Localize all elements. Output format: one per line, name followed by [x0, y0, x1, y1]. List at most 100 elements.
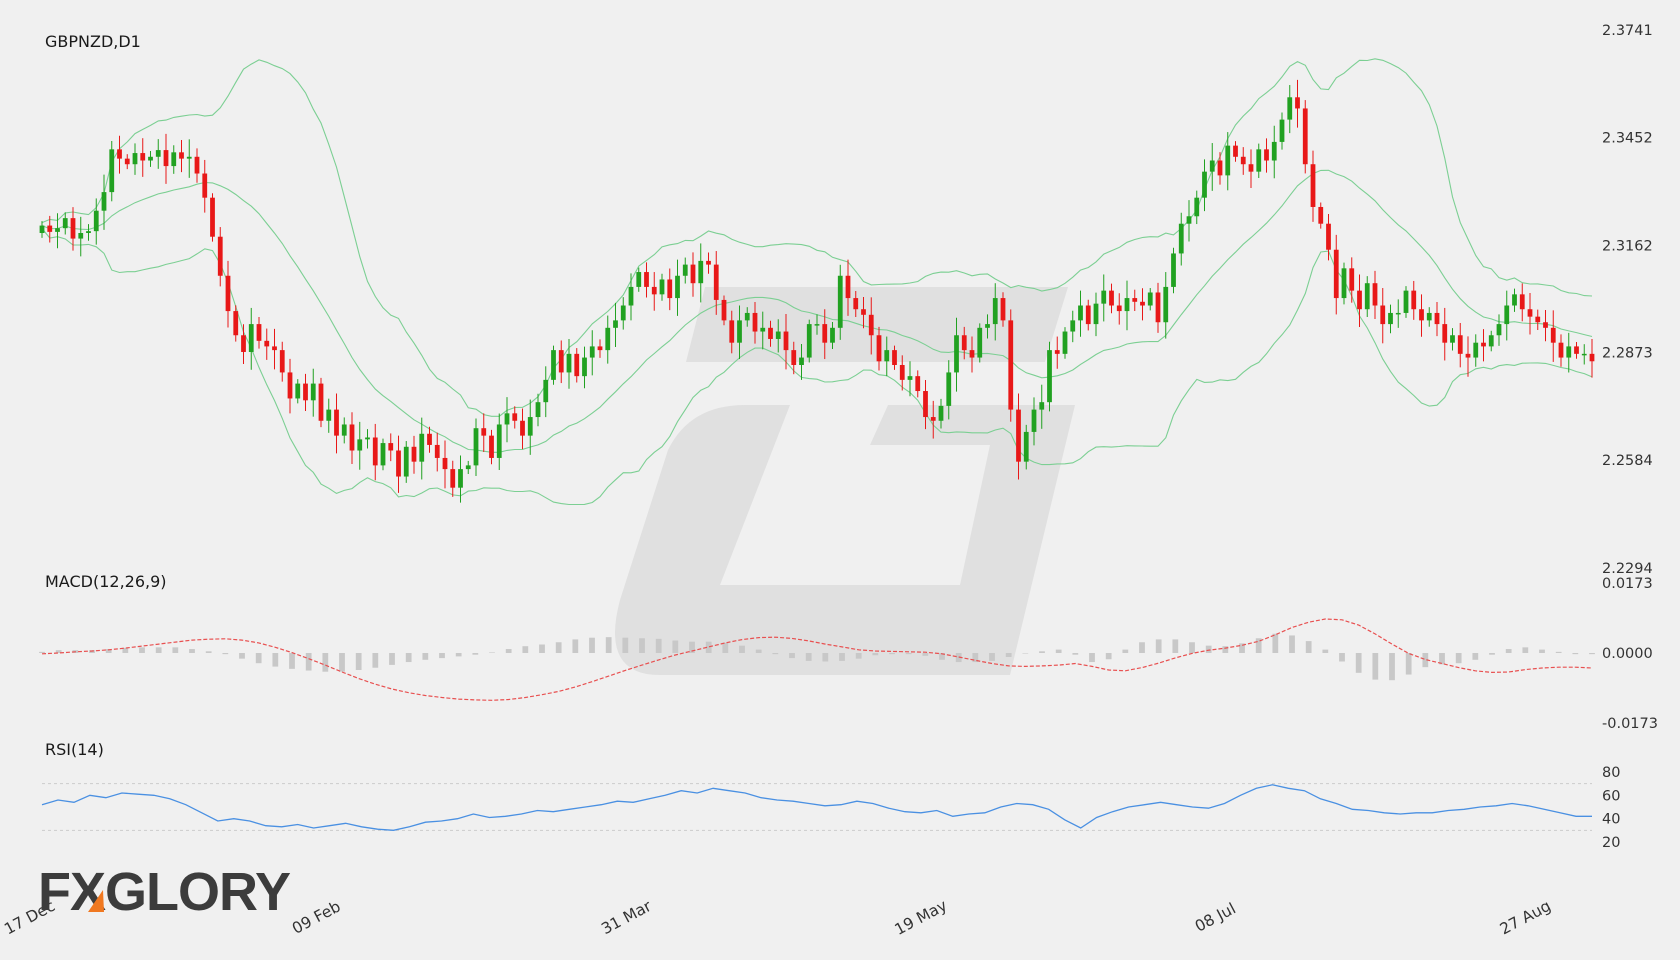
candle-body	[202, 173, 208, 198]
candle-body	[752, 312, 758, 332]
price-tick-label: 2.2294	[1602, 561, 1653, 577]
candle-body	[295, 383, 301, 399]
price-tick-label: 2.2873	[1602, 346, 1653, 362]
candle	[388, 433, 394, 462]
candle-body	[899, 364, 905, 380]
candle-body	[380, 443, 386, 466]
rsi-pane-title: RSI(14)	[45, 740, 104, 759]
candle-body	[140, 153, 146, 161]
macd-bar	[872, 653, 879, 656]
candle-body	[961, 335, 967, 351]
candle-body	[233, 311, 239, 336]
candle-body	[117, 149, 122, 159]
candle	[380, 438, 386, 471]
candle	[427, 426, 432, 453]
candle-body	[388, 443, 394, 451]
candle	[1395, 299, 1401, 328]
candle-body	[326, 409, 332, 421]
macd-bar	[739, 645, 745, 653]
candle-body	[644, 272, 649, 287]
rsi-axis: 80 60 40 20	[1602, 765, 1620, 851]
candle-body	[372, 437, 378, 466]
macd-bar	[139, 647, 145, 653]
candle-body	[1318, 206, 1324, 224]
candle-body	[791, 350, 797, 365]
candle	[1101, 274, 1107, 322]
candle	[1233, 141, 1238, 162]
macd-bar	[672, 640, 679, 653]
candle	[1302, 100, 1308, 174]
macd-bar	[1472, 653, 1479, 660]
candle	[558, 340, 564, 384]
candle	[1209, 143, 1215, 191]
macd-bar	[222, 653, 229, 655]
candle-body	[1364, 283, 1370, 310]
macd-bar	[655, 638, 662, 653]
candle	[1512, 288, 1517, 312]
candle-body	[55, 228, 60, 232]
candle-body	[1279, 119, 1285, 142]
candle-body	[1155, 292, 1161, 323]
candle-body	[365, 437, 370, 440]
candle-body	[1450, 335, 1455, 343]
candle	[163, 133, 169, 184]
candle	[272, 328, 277, 370]
candle	[512, 406, 518, 429]
macd-bar	[1505, 649, 1512, 653]
candle-body	[155, 150, 161, 157]
candle	[303, 373, 308, 411]
candle-body	[1527, 309, 1533, 317]
macd-axis: 0.0173 0.0000 -0.0173	[1602, 576, 1658, 732]
candle-body	[1085, 305, 1091, 325]
macd-bar	[172, 647, 179, 653]
chart: GBPNZD,D1 2.3741 2.3452 2.3162 2.2873 2.2584…	[1, 23, 1658, 939]
candle-body	[496, 424, 502, 458]
candle	[651, 272, 657, 311]
candle-body	[613, 320, 618, 328]
candle-body	[737, 320, 742, 343]
candle	[1388, 304, 1393, 334]
candle	[279, 341, 285, 382]
macd-bar	[405, 653, 412, 663]
candle	[202, 159, 208, 213]
candle-body	[768, 327, 773, 339]
macd-bar	[1055, 649, 1062, 653]
candle-body	[930, 417, 936, 421]
macd-bar	[1089, 653, 1095, 663]
candle-body	[1295, 97, 1300, 109]
candle-body	[566, 353, 572, 373]
candle	[148, 151, 153, 167]
candle-body	[915, 376, 921, 392]
candle-body	[667, 279, 673, 299]
macd-bar	[1489, 653, 1495, 655]
candle	[62, 212, 68, 235]
candle-body	[706, 260, 711, 265]
candle	[334, 393, 339, 454]
macd-bar	[439, 653, 445, 659]
candle	[396, 435, 401, 493]
candle-body	[605, 327, 611, 351]
date-tick-label: 08 Jul	[1192, 899, 1239, 935]
macd-bar	[1039, 651, 1045, 653]
candle	[1543, 309, 1548, 342]
candle	[1333, 234, 1339, 315]
candle-body	[1395, 312, 1401, 315]
macd-bar	[1272, 633, 1279, 653]
candle-body	[946, 372, 952, 406]
macd-bar	[889, 653, 895, 655]
price-tick-label: 2.3741	[1602, 23, 1653, 39]
candle-body	[690, 264, 696, 284]
macd-bar	[1155, 639, 1162, 653]
candle-body	[1171, 253, 1176, 287]
candle	[419, 417, 425, 480]
candle-body	[822, 324, 828, 343]
macd-bar	[39, 651, 45, 653]
macd-bar	[922, 653, 929, 656]
candle-body	[923, 391, 928, 418]
candle-body	[396, 450, 401, 477]
candle	[543, 366, 549, 418]
macd-bar	[189, 649, 195, 653]
candle-body	[861, 309, 866, 315]
candle-body	[938, 405, 944, 421]
macd-bar	[1122, 649, 1129, 653]
